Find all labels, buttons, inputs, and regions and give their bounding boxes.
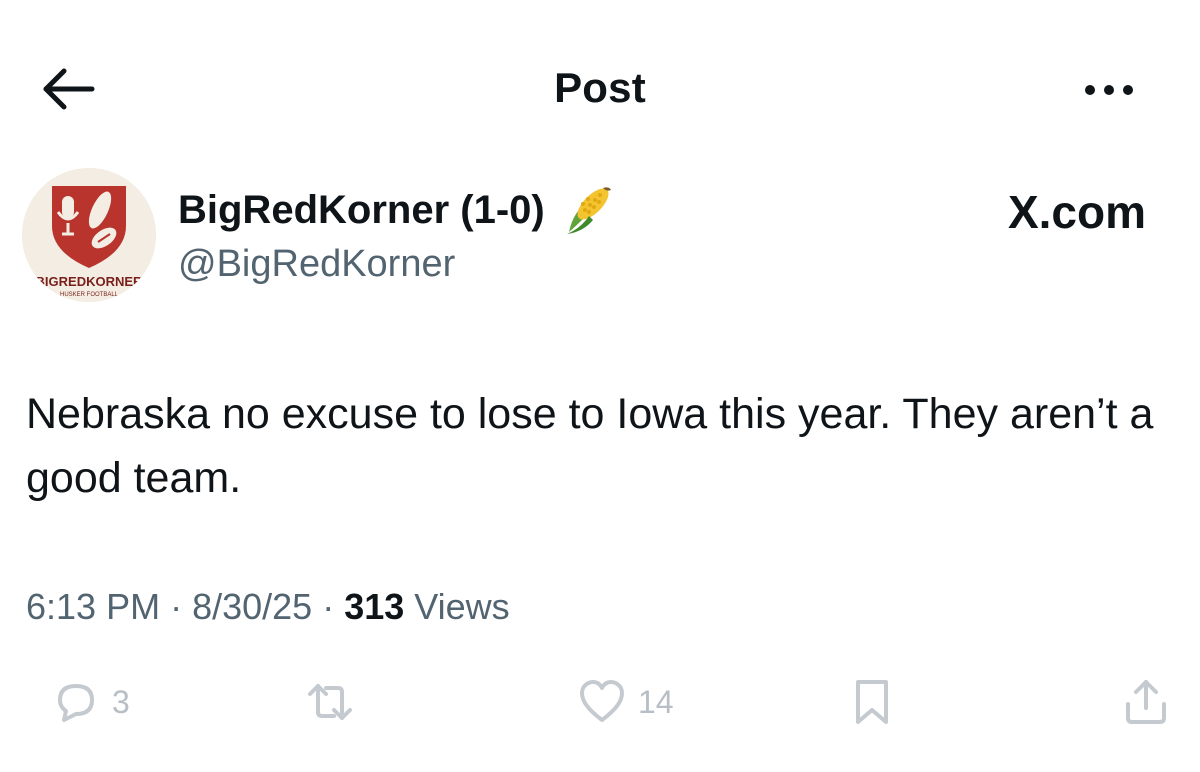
author-name-row[interactable]: BigRedKorner (1-0) bbox=[178, 182, 615, 238]
more-options-button[interactable] bbox=[1080, 80, 1140, 100]
more-dots-icon bbox=[1085, 85, 1133, 95]
share-icon bbox=[1126, 680, 1166, 724]
page-title: Post bbox=[554, 64, 646, 111]
reply-icon bbox=[58, 684, 94, 722]
reply-count: 3 bbox=[112, 683, 130, 720]
top-bar: Post bbox=[0, 0, 1200, 180]
views-count: 313 bbox=[344, 586, 405, 627]
post-date[interactable]: 8/30/25 bbox=[192, 586, 312, 627]
like-button[interactable]: 14 bbox=[578, 678, 674, 726]
avatar-subtext: HUSKER FOOTBALL bbox=[60, 292, 119, 298]
bookmark-button[interactable] bbox=[848, 678, 896, 726]
meta-separator: · bbox=[312, 586, 345, 627]
avatar-wordmark: BIGREDKORNER bbox=[36, 274, 144, 289]
post-time[interactable]: 6:13 PM bbox=[26, 586, 160, 627]
views-label: Views bbox=[404, 586, 510, 627]
source-watermark: X.com bbox=[1007, 186, 1146, 238]
post-text: Nebraska no excuse to lose to Iowa this … bbox=[26, 390, 1154, 502]
repost-button[interactable] bbox=[306, 678, 366, 726]
repost-icon bbox=[308, 684, 352, 720]
post-meta: 6:13 PM · 8/30/25 · 313 Views bbox=[26, 586, 510, 628]
heart-icon bbox=[580, 680, 624, 722]
share-button[interactable] bbox=[1122, 678, 1170, 726]
author-display-name[interactable]: BigRedKorner (1-0) bbox=[178, 188, 545, 233]
bookmark-icon bbox=[856, 680, 888, 724]
corn-emoji-icon bbox=[566, 187, 611, 234]
action-bar: 3 14 bbox=[0, 672, 1200, 742]
avatar[interactable]: BIGREDKORNER HUSKER FOOTBALL bbox=[22, 168, 156, 302]
bigredkorner-logo-icon: BIGREDKORNER HUSKER FOOTBALL bbox=[22, 168, 156, 302]
author-handle[interactable]: @BigRedKorner bbox=[178, 243, 455, 286]
like-count: 14 bbox=[638, 683, 674, 720]
reply-button[interactable]: 3 bbox=[52, 678, 130, 726]
meta-separator: · bbox=[160, 586, 193, 627]
